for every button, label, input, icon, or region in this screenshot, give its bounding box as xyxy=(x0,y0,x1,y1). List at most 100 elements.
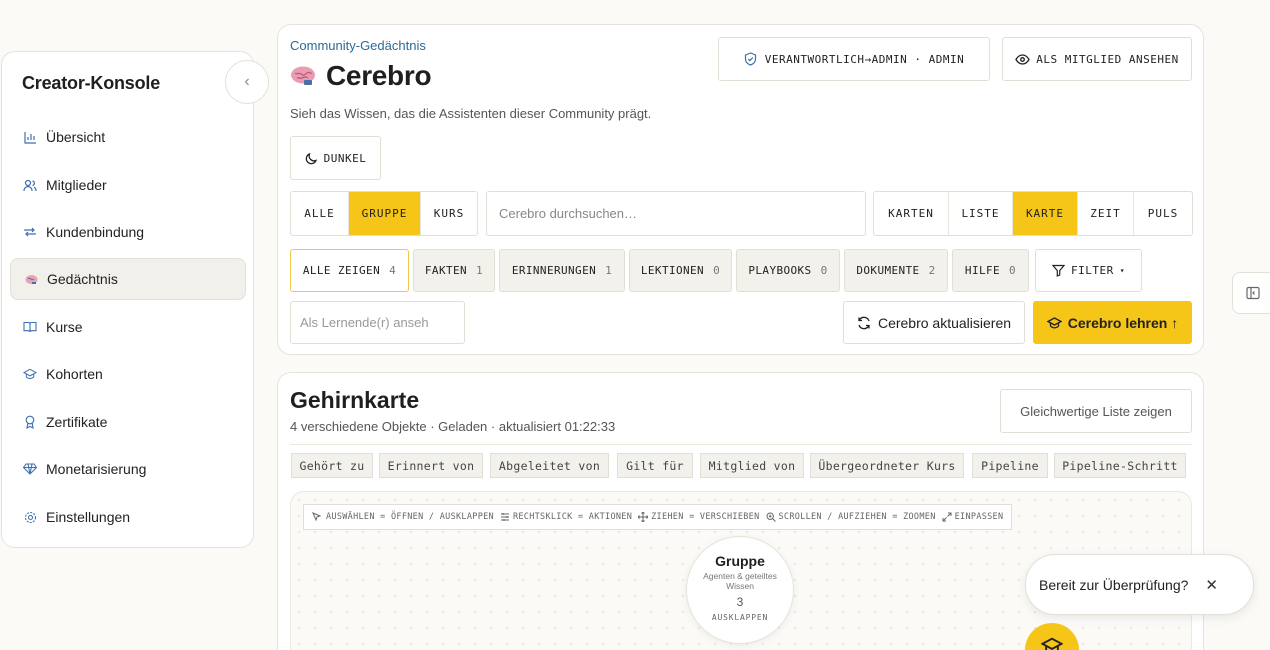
tab-karten[interactable]: KARTEN xyxy=(874,192,949,235)
bar-chart-icon xyxy=(23,130,37,144)
sidebar-item-label: Monetarisierung xyxy=(46,461,147,477)
sidebar-item-label: Zertifikate xyxy=(46,414,108,430)
filter-count: 1 xyxy=(605,264,613,277)
side-panel-toggle[interactable] xyxy=(1232,272,1270,314)
review-toast: Bereit zur Überprüfung? ✕ xyxy=(1025,554,1254,615)
filter-count: 0 xyxy=(1009,264,1017,277)
sidebar-item-uebersicht[interactable]: Übersicht xyxy=(10,116,246,158)
refresh-button-label: Cerebro aktualisieren xyxy=(877,314,1012,331)
filter-dokumente[interactable]: DOKUMENTE 2 xyxy=(844,249,948,292)
section-title: Gehirnkarte xyxy=(290,387,420,413)
search-input[interactable]: Cerebro durchsuchen… xyxy=(486,191,866,236)
page-title-text: Cerebro xyxy=(326,60,432,91)
tab-alle[interactable]: ALLE xyxy=(291,192,349,235)
relation-chip[interactable]: Gehört zu xyxy=(291,453,373,478)
map-hints-bar: AUSWÄHLEN = ÖFFNEN / AUSKLAPPEN RECHTSKL… xyxy=(303,504,1013,530)
gem-icon xyxy=(23,462,37,476)
sidebar-item-einstellungen[interactable]: Einstellungen xyxy=(10,496,246,538)
sidebar-item-kohorten[interactable]: Kohorten xyxy=(10,353,246,395)
brain-icon xyxy=(24,272,38,286)
brain-icon xyxy=(291,66,315,85)
sidebar-item-zertifikate[interactable]: Zertifikate xyxy=(10,401,246,443)
equivalent-list-button[interactable]: Gleichwertige Liste zeigen xyxy=(1000,389,1192,433)
tab-gruppe[interactable]: GRUPPE xyxy=(349,192,421,235)
gear-icon xyxy=(23,510,37,524)
role-badge: VERANTWORTLICH→ADMIN · ADMIN xyxy=(718,37,990,81)
shield-icon xyxy=(744,52,756,66)
sidebar-item-kurse[interactable]: Kurse xyxy=(10,306,246,348)
expand-icon xyxy=(942,512,952,522)
filter-hilfe[interactable]: HILFE 0 xyxy=(952,249,1029,292)
moon-icon xyxy=(305,152,317,164)
move-icon xyxy=(638,512,649,522)
graduation-cap-icon xyxy=(1041,637,1063,650)
dark-mode-toggle[interactable]: DUNKEL xyxy=(290,136,381,180)
tab-liste[interactable]: LISTE xyxy=(949,192,1013,235)
filter-label: HILFE xyxy=(964,264,1001,277)
filter-label: FAKTEN xyxy=(424,264,468,277)
sidebar-item-label: Kohorten xyxy=(46,366,103,382)
filter-label: ERINNERUNGEN xyxy=(511,264,597,277)
filter-erinnerungen[interactable]: ERINNERUNGEN 1 xyxy=(499,249,625,292)
sidebar-item-mitglieder[interactable]: Mitglieder xyxy=(10,164,246,206)
relation-chip[interactable]: Pipeline-Schritt xyxy=(1054,453,1186,478)
teach-cerebro-button[interactable]: Cerebro lehren ↑ xyxy=(1033,301,1192,344)
filter-alle-zeigen[interactable]: ALLE ZEIGEN 4 xyxy=(290,249,409,292)
panel-left-icon xyxy=(1245,286,1260,300)
book-icon xyxy=(23,320,37,334)
filter-count: 0 xyxy=(820,264,828,277)
node-expand-action[interactable]: AUSKLAPPEN xyxy=(687,613,793,622)
close-icon[interactable]: ✕ xyxy=(1205,576,1218,594)
cursor-icon xyxy=(312,512,322,522)
filter-button-label: FILTER xyxy=(1070,264,1114,277)
award-icon xyxy=(23,415,37,429)
node-subtitle: Agenten & geteiltes Wissen xyxy=(703,571,777,592)
map-node-gruppe[interactable]: Gruppe Agenten & geteiltes Wissen 3 AUSK… xyxy=(686,536,794,644)
filter-count: 1 xyxy=(476,264,484,277)
filter-label: LEKTIONEN xyxy=(640,264,705,277)
tab-karte[interactable]: KARTE xyxy=(1013,192,1078,235)
filter-playbooks[interactable]: PLAYBOOKS 0 xyxy=(736,249,840,292)
page-title: Cerebro xyxy=(290,60,432,92)
filter-lektionen[interactable]: LEKTIONEN 0 xyxy=(629,249,732,292)
sliders-icon xyxy=(500,513,509,521)
sidebar-item-monetarisierung[interactable]: Monetarisierung xyxy=(10,448,246,490)
relation-chip[interactable]: Erinnert von xyxy=(379,453,483,478)
sidebar-item-gedaechtnis[interactable]: Gedächtnis xyxy=(10,258,246,300)
view-tabs: KARTEN LISTE KARTE ZEIT PULS xyxy=(873,191,1193,236)
filter-count: 0 xyxy=(713,264,721,277)
node-count: 3 xyxy=(736,595,744,610)
toast-text: Bereit zur Überprüfung? xyxy=(1039,576,1189,593)
node-title: Gruppe xyxy=(715,553,765,569)
hint-text: ZIEHEN = VERSCHIEBEN xyxy=(651,512,760,522)
sidebar-item-label: Kundenbindung xyxy=(46,224,145,240)
relation-chip[interactable]: Gilt für xyxy=(617,453,693,478)
breadcrumb[interactable]: Community-Gedächtnis xyxy=(290,38,426,53)
users-icon xyxy=(23,178,37,192)
filter-button[interactable]: FILTER ▾ xyxy=(1035,249,1142,292)
relation-chip[interactable]: Abgeleitet von xyxy=(490,453,609,478)
tab-zeit[interactable]: ZEIT xyxy=(1078,192,1134,235)
hint-text: AUSWÄHLEN = ÖFFNEN / AUSKLAPPEN xyxy=(326,512,494,522)
relation-chip[interactable]: Pipeline xyxy=(972,453,1048,478)
learner-view-input[interactable]: Als Lernende(r) anseh xyxy=(290,301,465,344)
sidebar-item-kundenbindung[interactable]: Kundenbindung xyxy=(10,211,246,253)
collapse-sidebar-button[interactable]: ‹ xyxy=(225,60,269,104)
refresh-cerebro-button[interactable]: Cerebro aktualisieren xyxy=(843,301,1025,344)
tab-puls[interactable]: PULS xyxy=(1134,192,1192,235)
zoom-icon xyxy=(765,512,776,522)
map-status: 4 verschiedene Objekte · Geladen · aktua… xyxy=(290,419,616,434)
view-as-member-button[interactable]: ALS MITGLIED ANSEHEN xyxy=(1002,37,1192,81)
caret-down-icon: ▾ xyxy=(1119,266,1126,275)
filter-fakten[interactable]: FAKTEN 1 xyxy=(413,249,495,292)
hint-text: RECHTSKLICK = AKTIONEN xyxy=(512,512,633,522)
relation-chip[interactable]: Mitglied von xyxy=(700,453,804,478)
cerebro-header-card: Community-Gedächtnis Cerebro Sieh das Wi… xyxy=(277,24,1204,355)
graduation-cap-icon xyxy=(23,367,37,381)
filter-label: DOKUMENTE xyxy=(856,264,920,277)
refresh-icon xyxy=(858,316,870,329)
relation-chip[interactable]: Übergeordneter Kurs xyxy=(810,453,964,478)
tab-kurs[interactable]: KURS xyxy=(421,192,477,235)
sidebar-title: Creator-Konsole xyxy=(22,73,161,93)
sidebar-item-label: Übersicht xyxy=(46,129,106,145)
